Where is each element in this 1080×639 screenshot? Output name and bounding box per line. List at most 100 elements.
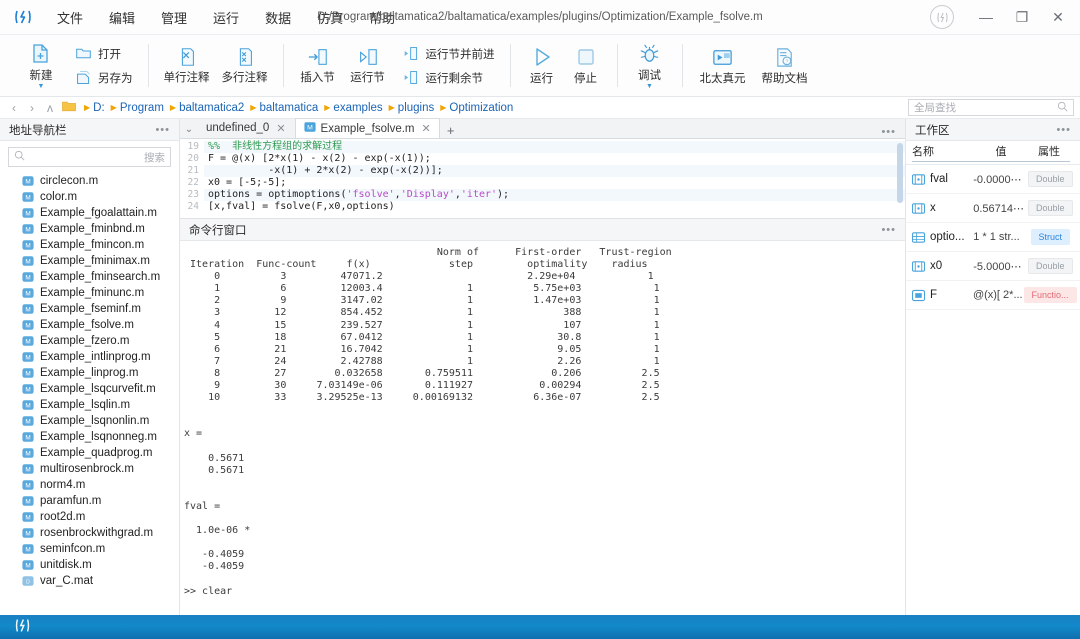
run-section-button[interactable]: 运行节 — [343, 37, 393, 95]
workspace-col-value[interactable]: 值 — [974, 143, 1028, 162]
run-remaining-button[interactable]: 运行剩余节 — [397, 67, 501, 88]
menu-item-edit[interactable]: 编辑 — [96, 2, 148, 33]
global-search-input[interactable]: 全局查找 — [908, 99, 1074, 116]
breadcrumb-item-4[interactable]: ▶examples — [322, 101, 384, 115]
file-list-item[interactable]: Mcirclecon.m — [0, 173, 179, 189]
breadcrumb-item-6[interactable]: ▶Optimization — [438, 101, 515, 115]
nav-back-icon[interactable]: ‹ — [6, 101, 22, 115]
command-window-more-icon[interactable]: ••• — [881, 224, 896, 236]
editor-scrollbar[interactable] — [897, 143, 903, 203]
debug-button[interactable]: 调试 ▼ — [627, 37, 673, 95]
menu-item-simulate[interactable]: 仿真 — [304, 2, 356, 33]
file-search-input[interactable]: 搜索 — [8, 147, 171, 167]
run-section-advance-button[interactable]: 运行节并前进 — [397, 43, 501, 64]
file-list-item[interactable]: Mparamfun.m — [0, 493, 179, 509]
nav-up-icon[interactable]: ʌ — [42, 101, 58, 115]
breadcrumb-item-2[interactable]: ▶baltamatica2 — [168, 101, 246, 115]
nav-forward-icon[interactable]: › — [24, 101, 40, 115]
file-navigator-header: 地址导航栏 ••• — [0, 119, 179, 141]
file-list-item[interactable]: MExample_lsqlin.m — [0, 397, 179, 413]
file-list-item[interactable]: MExample_lsqnonlin.m — [0, 413, 179, 429]
code-line[interactable]: -x(1) + 2*x(2) - exp(-x(2))]; — [204, 165, 905, 177]
save-as-button[interactable]: 另存为 — [69, 67, 139, 88]
file-list[interactable]: Mcirclecon.mMcolor.mMExample_fgoalattain… — [0, 171, 179, 615]
workspace-row[interactable]: fval-0.0000⋯Double — [906, 165, 1080, 194]
file-list-item[interactable]: Mseminfcon.m — [0, 541, 179, 557]
file-list-item[interactable]: MExample_fzero.m — [0, 333, 179, 349]
new-tab-button[interactable]: + — [440, 123, 462, 138]
file-list-item[interactable]: MExample_fgoalattain.m — [0, 205, 179, 221]
file-list-item[interactable]: MExample_fminunc.m — [0, 285, 179, 301]
editor-code-content[interactable]: %% 非线性方程组的求解过程F = @(x) [2*x(1) - x(2) - … — [204, 139, 905, 218]
file-list-item[interactable]: MExample_fminimax.m — [0, 253, 179, 269]
command-window-output[interactable]: Norm of First-order Trust-region Iterati… — [180, 241, 905, 615]
file-list-item[interactable]: Dvar_C.mat — [0, 573, 179, 589]
breadcrumb-item-5[interactable]: ▶plugins — [387, 101, 437, 115]
tab-close-icon[interactable]: ✕ — [276, 122, 285, 135]
file-list-item[interactable]: Munitdisk.m — [0, 557, 179, 573]
code-line[interactable]: x0 = [-5;-5]; — [204, 177, 905, 189]
workspace-col-attr[interactable]: 属性 — [1028, 143, 1070, 162]
tab-undefined-0[interactable]: undefined_0 ✕ — [198, 118, 295, 138]
code-editor[interactable]: 192021222324 %% 非线性方程组的求解过程F = @(x) [2*x… — [180, 139, 905, 219]
about-logo-icon[interactable] — [930, 5, 954, 29]
file-list-item[interactable]: MExample_fsolve.m — [0, 317, 179, 333]
code-line[interactable]: %% 非线性方程组的求解过程 — [204, 141, 905, 153]
menu-item-data[interactable]: 数据 — [252, 2, 304, 33]
multi-line-comment-button[interactable]: 多行注释 — [216, 37, 274, 95]
workspace-col-name[interactable]: 名称 — [912, 143, 974, 162]
file-list-item[interactable]: MExample_lsqnonneg.m — [0, 429, 179, 445]
file-list-item[interactable]: MExample_fminbnd.m — [0, 221, 179, 237]
file-list-item[interactable]: Mroot2d.m — [0, 509, 179, 525]
open-button[interactable]: 打开 — [69, 43, 139, 64]
svg-text:M: M — [25, 323, 30, 330]
tab-list-chevron-icon[interactable]: ⌄ — [180, 124, 198, 138]
svg-text:M: M — [25, 275, 30, 282]
file-list-item[interactable]: MExample_fseminf.m — [0, 301, 179, 317]
file-name-label: Example_fminsearch.m — [40, 271, 160, 283]
code-line[interactable]: F = @(x) [2*x(1) - x(2) - exp(-x(1)); — [204, 153, 905, 165]
maximize-button[interactable]: ❐ — [1004, 2, 1040, 32]
breadcrumb-item-0[interactable]: ▶D: — [82, 101, 107, 115]
file-list-item[interactable]: Mmultirosenbrock.m — [0, 461, 179, 477]
chevron-down-icon[interactable]: ▼ — [646, 84, 653, 89]
new-button[interactable]: 新建 ▼ — [13, 37, 69, 95]
file-list-item[interactable]: M Example_fminsearch.m — [0, 269, 179, 285]
chevron-down-icon[interactable]: ▼ — [38, 84, 45, 89]
file-list-item[interactable]: Mcolor.m — [0, 189, 179, 205]
code-line[interactable]: options = optimoptions('fsolve','Display… — [204, 189, 905, 201]
run-button[interactable]: 运行 — [520, 37, 564, 95]
insert-section-button[interactable]: 插入节 — [293, 37, 343, 95]
minimize-button[interactable]: — — [968, 2, 1004, 32]
file-list-item[interactable]: Mnorm4.m — [0, 477, 179, 493]
help-doc-button[interactable]: ? 帮助文档 — [754, 37, 816, 95]
file-list-item[interactable]: MExample_lsqcurvefit.m — [0, 381, 179, 397]
menu-item-help[interactable]: 帮助 — [356, 2, 408, 33]
tab-example-fsolve[interactable]: M Example_fsolve.m ✕ — [295, 118, 440, 138]
file-list-item[interactable]: MExample_fmincon.m — [0, 237, 179, 253]
code-line[interactable]: [x,fval] = fsolve(F,x0,options) — [204, 201, 905, 213]
file-list-item[interactable]: MExample_linprog.m — [0, 365, 179, 381]
single-line-comment-button[interactable]: 单行注释 — [158, 37, 216, 95]
close-button[interactable]: ✕ — [1040, 2, 1076, 32]
svg-text:M: M — [25, 211, 30, 218]
stop-button[interactable]: 停止 — [564, 37, 608, 95]
workspace-row[interactable]: optio...1 * 1 str...Struct — [906, 223, 1080, 252]
breadcrumb-item-3[interactable]: ▶baltamatica — [248, 101, 320, 115]
editor-more-icon[interactable]: ••• — [881, 126, 905, 138]
file-list-item[interactable]: Mrosenbrockwithgrad.m — [0, 525, 179, 541]
workspace-row[interactable]: F@(x)[ 2*...Functio... — [906, 281, 1080, 310]
workspace-more-icon[interactable]: ••• — [1056, 124, 1071, 136]
file-list-item[interactable]: MExample_quadprog.m — [0, 445, 179, 461]
workspace-row[interactable]: x0-5.0000⋯Double — [906, 252, 1080, 281]
beitai-zhenyuan-button[interactable]: 北太真元 — [692, 37, 754, 95]
workspace-attribute-cell: Functio... — [1026, 287, 1074, 303]
workspace-row[interactable]: x0.56714⋯Double — [906, 194, 1080, 223]
file-list-item[interactable]: MExample_intlinprog.m — [0, 349, 179, 365]
menu-item-manage[interactable]: 管理 — [148, 2, 200, 33]
menu-item-run[interactable]: 运行 — [200, 2, 252, 33]
file-navigator-more-icon[interactable]: ••• — [155, 124, 170, 136]
menu-item-file[interactable]: 文件 — [44, 2, 96, 33]
tab-close-icon[interactable]: ✕ — [422, 122, 431, 135]
breadcrumb-item-1[interactable]: ▶Program — [109, 101, 166, 115]
